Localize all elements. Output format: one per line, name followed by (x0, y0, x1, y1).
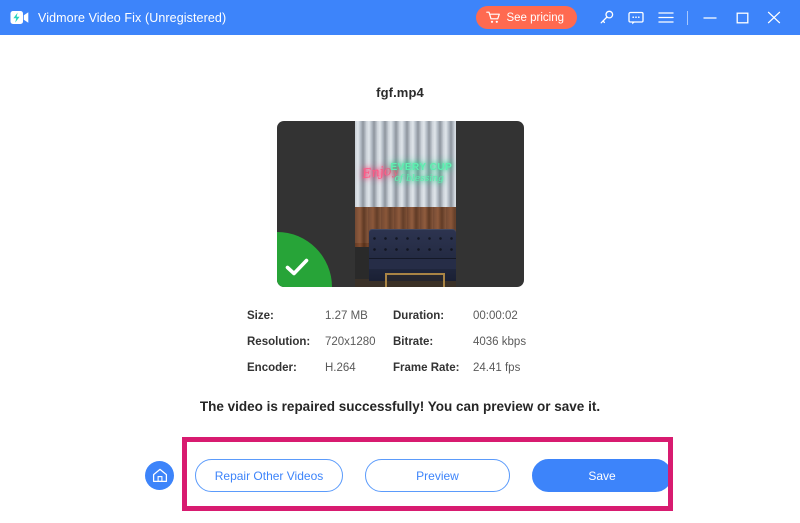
status-message: The video is repaired successfully! You … (200, 399, 600, 414)
home-icon (152, 468, 168, 483)
shopping-cart-icon (486, 11, 500, 24)
save-button[interactable]: Save (532, 459, 672, 492)
application-window: Vidmore Video Fix (Unregistered) See pri… (0, 0, 800, 523)
title-bar: Vidmore Video Fix (Unregistered) See pri… (0, 0, 800, 35)
home-button[interactable] (145, 461, 174, 490)
video-metadata: Size: 1.27 MB Duration: 00:00:02 Resolut… (247, 310, 553, 374)
meta-value-bitrate: 4036 kbps (473, 336, 553, 348)
meta-label-duration: Duration: (393, 310, 473, 322)
window-title: Vidmore Video Fix (Unregistered) (38, 11, 226, 25)
action-button-row: Repair Other Videos Preview Save (195, 459, 672, 492)
minimize-icon[interactable] (694, 3, 726, 33)
hamburger-menu-icon[interactable] (651, 3, 681, 33)
neon-sign-every: EVERY CUP (391, 162, 453, 173)
video-camera-icon (9, 8, 29, 28)
meta-label-encoder: Encoder: (247, 362, 325, 374)
meta-value-framerate: 24.41 fps (473, 362, 553, 374)
meta-value-resolution: 720x1280 (325, 336, 393, 348)
main-content: fgf.mp4 Enjoy EVERY CUP of blessing (0, 35, 800, 523)
see-pricing-label: See pricing (506, 12, 564, 24)
key-icon[interactable] (591, 3, 621, 33)
meta-label-size: Size: (247, 310, 325, 322)
meta-value-size: 1.27 MB (325, 310, 393, 322)
meta-value-encoder: H.264 (325, 362, 393, 374)
close-icon[interactable] (758, 3, 790, 33)
neon-sign-blessing: of blessing (395, 174, 444, 184)
meta-value-duration: 00:00:02 (473, 310, 553, 322)
video-preview-frame: Enjoy EVERY CUP of blessing (355, 121, 456, 287)
video-thumbnail[interactable]: Enjoy EVERY CUP of blessing (277, 121, 524, 287)
check-icon (277, 232, 332, 287)
sofa-tufting (369, 233, 456, 255)
repair-other-videos-button[interactable]: Repair Other Videos (195, 459, 343, 492)
file-name: fgf.mp4 (376, 85, 424, 100)
titlebar-divider (687, 11, 688, 25)
see-pricing-button[interactable]: See pricing (476, 6, 577, 29)
meta-label-resolution: Resolution: (247, 336, 325, 348)
meta-label-bitrate: Bitrate: (393, 336, 473, 348)
maximize-icon[interactable] (726, 3, 758, 33)
speech-bubble-icon[interactable] (621, 3, 651, 33)
thumbnail-table (385, 273, 445, 287)
titlebar-icon-group (591, 3, 790, 33)
sofa-seat (369, 258, 456, 269)
preview-button[interactable]: Preview (365, 459, 510, 492)
meta-label-framerate: Frame Rate: (393, 362, 473, 374)
